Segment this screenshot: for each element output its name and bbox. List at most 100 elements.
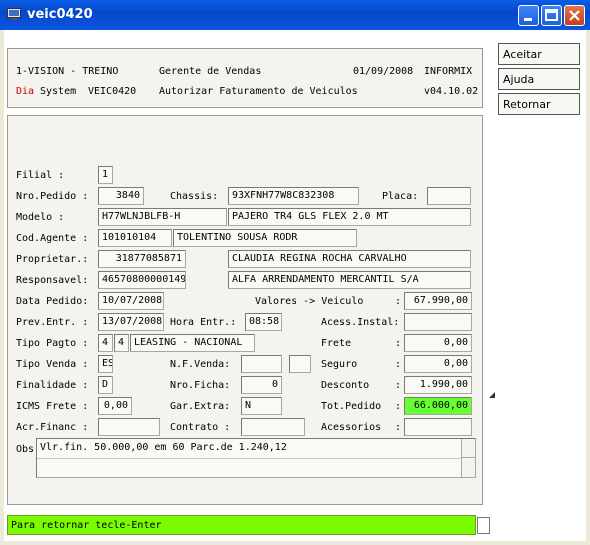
minimize-icon (524, 18, 532, 21)
chassis-label: Chassis: (170, 191, 219, 202)
status-message: Para retornar tecle-Enter (11, 520, 162, 531)
responsavel-cnpj-field[interactable]: 46570800000149 (98, 271, 186, 289)
obs-textarea[interactable]: Vlr.fin. 50.000,00 em 60 Parc.de 1.240,1… (36, 438, 476, 478)
colon-veiculo: : (395, 296, 402, 307)
acess-instal-label: Acess.Instal: (321, 317, 400, 328)
tot-pedido-label: Tot.Pedido (321, 401, 382, 412)
finalidade-field[interactable]: D (98, 376, 113, 394)
responsavel-nome-field: ALFA ARRENDAMENTO MERCANTIL S/A (228, 271, 471, 289)
desconto-field[interactable]: 1.990,00 (404, 376, 472, 394)
modelo-code-field[interactable]: H77WLNJBLFB-H (98, 208, 227, 226)
agente-nome-field: TOLENTINO SOUSA RODR (173, 229, 357, 247)
dia-label: Dia (16, 86, 35, 97)
header-panel: 1-VISION - TREINO Gerente de Vendas 01/0… (7, 48, 483, 108)
data-pedido-field[interactable]: 10/07/2008 (98, 292, 164, 310)
gar-extra-field[interactable]: N (241, 397, 282, 415)
placa-label: Placa: (382, 191, 419, 202)
tipo-pagto-label: Tipo Pagto : (16, 338, 89, 349)
company-name: 1-VISION - TREINO (16, 66, 119, 77)
responsavel-label: Responsavel: (16, 275, 89, 286)
proprietario-cpf-field[interactable]: 31877085871 (98, 250, 186, 268)
obs-text: Vlr.fin. 50.000,00 em 60 Parc.de 1.240,1… (40, 442, 287, 453)
current-date: 01/09/2008 (353, 66, 414, 77)
tipo-pagto-a-field[interactable]: 4 (98, 334, 113, 352)
tipo-pagto-desc-field: LEASING - NACIONAL (130, 334, 255, 352)
close-icon (569, 10, 580, 21)
seguro-field[interactable]: 0,00 (404, 355, 472, 373)
nf-venda-label: N.F.Venda: (170, 359, 231, 370)
window-app-icon (7, 8, 21, 20)
filial-field[interactable]: 1 (98, 166, 113, 184)
colon-desconto: : (395, 380, 402, 391)
frete-label: Frete (321, 338, 352, 349)
obs-line-divider (37, 458, 461, 459)
cod-agente-label: Cod.Agente : (16, 233, 89, 244)
frete-field[interactable]: 0,00 (404, 334, 472, 352)
help-button[interactable]: Ajuda (498, 68, 580, 90)
hora-entr-field[interactable]: 08:58 (245, 313, 282, 331)
acessorios-label: Acessorios (321, 422, 382, 433)
nf-venda-serie-field[interactable] (289, 355, 311, 373)
status-bar: Para retornar tecle-Enter (7, 515, 476, 535)
program-description: Autorizar Faturamento de Veiculos (159, 86, 358, 97)
colon-acessorios: : (395, 422, 402, 433)
acess-instal-field[interactable] (404, 313, 472, 331)
tipo-pagto-b-field[interactable]: 4 (114, 334, 129, 352)
veiculo-value-field: 67.990,00 (404, 292, 472, 310)
obs-label: Obs (16, 444, 35, 455)
placa-field[interactable] (427, 187, 471, 205)
icms-frete-field[interactable]: 0,00 (98, 397, 132, 415)
gar-extra-label: Gar.Extra: (170, 401, 231, 412)
minimize-button[interactable] (518, 5, 539, 26)
nf-venda-field[interactable] (241, 355, 282, 373)
colon-seguro: : (395, 359, 402, 370)
modelo-desc-field: PAJERO TR4 GLS FLEX 2.0 MT (228, 208, 471, 226)
nro-ficha-label: Nro.Ficha: (170, 380, 231, 391)
nro-pedido-label: Nro.Pedido : (16, 191, 89, 202)
modelo-label: Modelo : (16, 212, 65, 223)
nro-pedido-field[interactable]: 3840 (98, 187, 144, 205)
tot-pedido-field: 66.000,00 (404, 397, 472, 415)
contrato-label: Contrato : (170, 422, 231, 433)
desconto-label: Desconto (321, 380, 370, 391)
status-indicator (477, 517, 490, 534)
nro-ficha-field[interactable]: 0 (241, 376, 282, 394)
obs-scrollbar[interactable] (461, 439, 475, 477)
filial-label: Filial : (16, 170, 65, 181)
title-bar: veic0420 (0, 0, 590, 30)
system-label: System (40, 86, 77, 97)
app-name: Gerente de Vendas (159, 66, 262, 77)
acr-financ-field[interactable] (98, 418, 160, 436)
chassis-field[interactable]: 93XFNH77W8C832308 (228, 187, 359, 205)
program-version: v04.10.02 (424, 86, 479, 97)
return-button[interactable]: Retornar (498, 93, 580, 115)
tipo-venda-field[interactable]: ES (98, 355, 113, 373)
corner-arrow-icon (489, 392, 495, 398)
valores-veiculo-label: Valores -> Veiculo (255, 296, 364, 307)
accept-button[interactable]: Aceitar (498, 43, 580, 65)
colon-tot-pedido: : (395, 401, 402, 412)
hora-entr-label: Hora Entr.: (170, 317, 237, 328)
icms-frete-label: ICMS Frete : (16, 401, 89, 412)
database-name: INFORMIX (424, 66, 473, 77)
resize-marker (489, 390, 495, 398)
cod-agente-field[interactable]: 101010104 (98, 229, 172, 247)
program-code: VEIC0420 (88, 86, 137, 97)
colon-frete: : (395, 338, 402, 349)
maximize-icon (545, 9, 558, 21)
seguro-label: Seguro (321, 359, 358, 370)
obs-scrollbar-divider (462, 457, 475, 458)
close-button[interactable] (564, 5, 585, 26)
acessorios-field[interactable] (404, 418, 472, 436)
tipo-venda-label: Tipo Venda : (16, 359, 89, 370)
contrato-field[interactable] (241, 418, 305, 436)
data-pedido-label: Data Pedido: (16, 296, 89, 307)
proprietario-label: Proprietar.: (16, 254, 89, 265)
proprietario-nome-field: CLAUDIA REGINA ROCHA CARVALHO (228, 250, 471, 268)
maximize-button[interactable] (541, 5, 562, 26)
prev-entr-label: Prev.Entr. : (16, 317, 89, 328)
window-title: veic0420 (27, 7, 93, 22)
acr-financ-label: Acr.Financ : (16, 422, 89, 433)
prev-entr-field[interactable]: 13/07/2008 (98, 313, 164, 331)
finalidade-label: Finalidade : (16, 380, 89, 391)
